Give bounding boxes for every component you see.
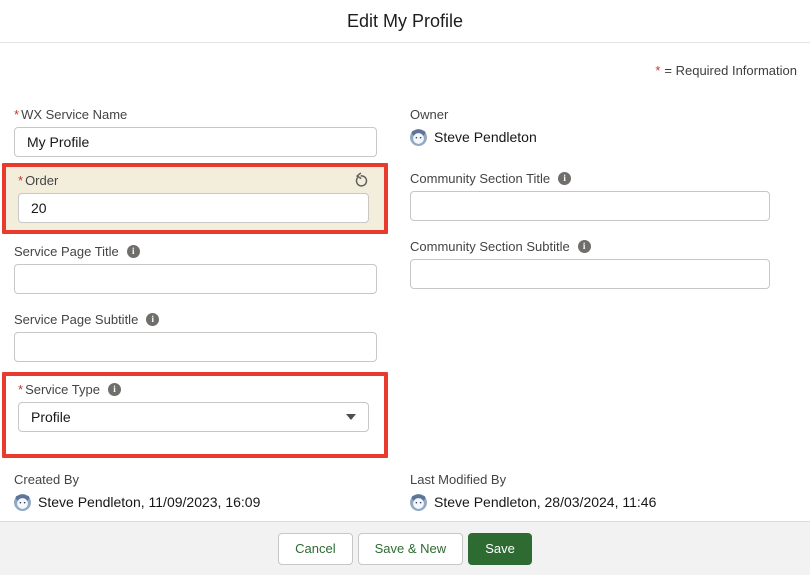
created-by-label-text: Created By — [14, 472, 79, 487]
right-column: Owner Steve Pendleton Community Section … — [410, 105, 770, 289]
order-label: * Order — [18, 171, 58, 189]
owner-value-row: Steve Pendleton — [410, 127, 770, 147]
field-owner: Owner Steve Pendleton — [410, 105, 770, 147]
undo-icon[interactable] — [353, 172, 369, 188]
info-icon[interactable]: i — [558, 172, 571, 185]
field-service-page-subtitle: Service Page Subtitle i — [14, 310, 377, 362]
order-label-row: * Order — [18, 171, 369, 189]
created-by-label: Created By — [14, 470, 377, 488]
info-icon[interactable]: i — [108, 383, 121, 396]
service-page-title-label-text: Service Page Title — [14, 244, 119, 259]
avatar — [410, 129, 427, 146]
created-by-value-row: Steve Pendleton, 11/09/2023, 16:09 — [14, 492, 377, 512]
avatar — [14, 494, 31, 511]
service-type-label: * Service Type i — [18, 380, 369, 398]
save-button[interactable]: Save — [468, 533, 532, 565]
community-section-title-label: Community Section Title i — [410, 169, 770, 187]
last-modified-by-value-row: Steve Pendleton, 28/03/2024, 11:46 — [410, 492, 770, 512]
service-type-label-text: Service Type — [25, 382, 100, 397]
avatar — [410, 494, 427, 511]
info-icon[interactable]: i — [146, 313, 159, 326]
field-service-page-title: Service Page Title i — [14, 242, 377, 294]
page-title: Edit My Profile — [347, 11, 463, 32]
owner-label-text: Owner — [410, 107, 448, 122]
service-page-subtitle-input[interactable] — [14, 332, 377, 362]
community-section-subtitle-input[interactable] — [410, 259, 770, 289]
wx-service-name-label-text: WX Service Name — [21, 107, 127, 122]
info-icon[interactable]: i — [578, 240, 591, 253]
order-label-text: Order — [25, 173, 58, 188]
field-community-section-title: Community Section Title i — [410, 169, 770, 221]
last-modified-by-label: Last Modified By — [410, 470, 770, 488]
service-page-subtitle-label-text: Service Page Subtitle — [14, 312, 138, 327]
field-community-section-subtitle: Community Section Subtitle i — [410, 237, 770, 289]
last-modified-by-value: Steve Pendleton, 28/03/2024, 11:46 — [434, 494, 656, 510]
service-page-title-input[interactable] — [14, 264, 377, 294]
required-note-text: = Required Information — [664, 63, 797, 78]
required-asterisk: * — [18, 173, 23, 188]
meta-row: Created By Steve Pendleton, 11/09/2023, … — [0, 470, 810, 512]
required-asterisk: * — [14, 107, 19, 122]
annotation-box-order: * Order — [2, 163, 388, 234]
community-section-title-input[interactable] — [410, 191, 770, 221]
owner-label: Owner — [410, 105, 770, 123]
service-page-subtitle-label: Service Page Subtitle i — [14, 310, 377, 328]
left-column: * WX Service Name * Order — [14, 105, 377, 458]
wx-service-name-input[interactable] — [14, 127, 377, 157]
info-icon[interactable]: i — [127, 245, 140, 258]
service-type-combobox[interactable]: Profile — [18, 402, 369, 432]
created-by-field: Created By Steve Pendleton, 11/09/2023, … — [14, 470, 377, 512]
order-input[interactable] — [18, 193, 369, 223]
owner-name: Steve Pendleton — [434, 129, 537, 145]
required-asterisk: * — [18, 382, 23, 397]
community-section-subtitle-label-text: Community Section Subtitle — [410, 239, 570, 254]
form-columns: * WX Service Name * Order — [0, 105, 810, 458]
service-page-title-label: Service Page Title i — [14, 242, 377, 260]
modal-footer: Cancel Save & New Save — [0, 521, 810, 575]
required-asterisk: * — [655, 63, 660, 78]
service-type-selected-value: Profile — [31, 409, 71, 425]
last-modified-by-label-text: Last Modified By — [410, 472, 506, 487]
annotation-box-service-type: * Service Type i Profile — [2, 372, 388, 458]
field-wx-service-name: * WX Service Name — [14, 105, 377, 157]
cancel-button[interactable]: Cancel — [278, 533, 352, 565]
required-information-note: * = Required Information — [0, 63, 810, 81]
wx-service-name-label: * WX Service Name — [14, 105, 377, 123]
community-section-subtitle-label: Community Section Subtitle i — [410, 237, 770, 255]
modal-header: Edit My Profile — [0, 0, 810, 43]
last-modified-by-field: Last Modified By Steve Pendleton, 28/03/… — [410, 470, 770, 512]
created-by-value: Steve Pendleton, 11/09/2023, 16:09 — [38, 494, 260, 510]
chevron-down-icon — [346, 414, 356, 420]
community-section-title-label-text: Community Section Title — [410, 171, 550, 186]
save-and-new-button[interactable]: Save & New — [358, 533, 464, 565]
